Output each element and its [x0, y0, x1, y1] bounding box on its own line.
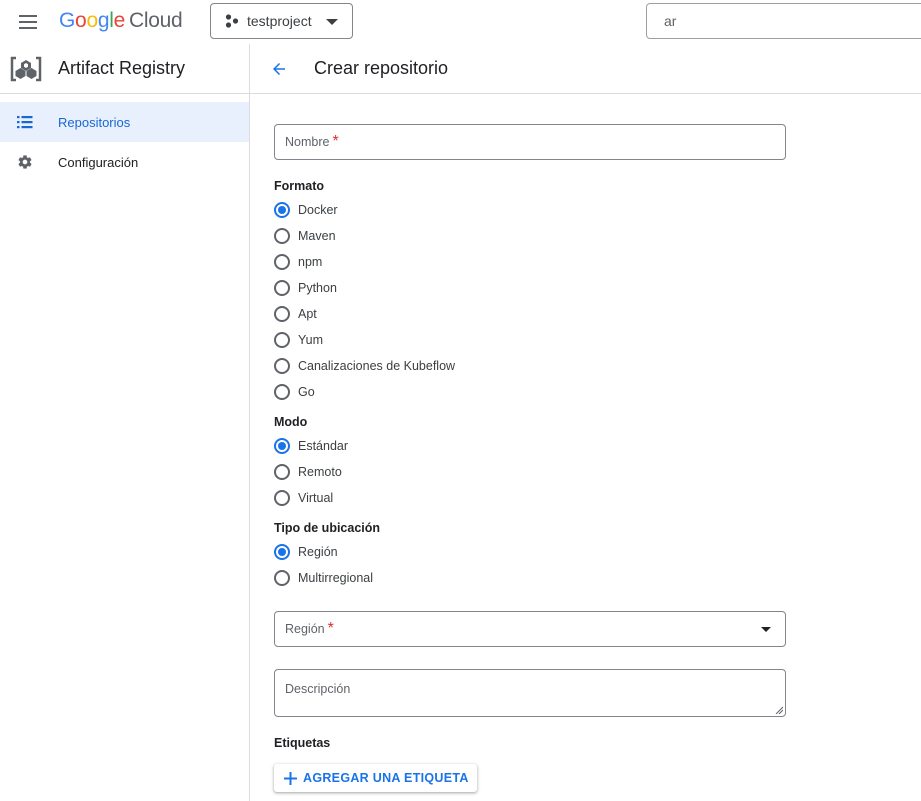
plus-icon [284, 771, 297, 785]
radio-checked-icon[interactable] [274, 438, 290, 454]
radio-label: Remoto [298, 465, 342, 479]
sidebar-item-configuracion[interactable]: Configuración [0, 142, 249, 182]
sidebar-header: Artifact Registry [0, 44, 249, 94]
description-field-label: Descripción [285, 682, 351, 696]
sidebar-item-label: Configuración [58, 154, 139, 170]
back-arrow-icon[interactable] [268, 58, 290, 80]
radio-unchecked-icon[interactable] [274, 228, 290, 244]
name-field[interactable]: Nombre * [274, 124, 786, 160]
radio-unchecked-icon[interactable] [274, 254, 290, 270]
sidebar-nav: Repositorios Configuración [0, 102, 249, 182]
radio-unchecked-icon[interactable] [274, 358, 290, 374]
project-name: testproject [247, 13, 312, 29]
sidebar-item-label: Repositorios [58, 114, 131, 130]
format-radio-group: Docker Maven npm Python Apt Yum Canalizaciones… [274, 197, 786, 405]
dropdown-arrow-icon [761, 627, 771, 632]
project-picker[interactable]: testproject [210, 3, 353, 39]
mode-option-1[interactable]: Remoto [274, 459, 786, 485]
page-title: Crear repositorio [314, 58, 449, 78]
mode-option-0[interactable]: Estándar [274, 433, 786, 459]
radio-label: Go [298, 385, 315, 399]
search-input[interactable] [646, 3, 921, 39]
radio-label: Yum [298, 333, 324, 347]
artifact-registry-icon [10, 56, 42, 81]
format-option-4[interactable]: Apt [274, 301, 786, 327]
top-bar: Google Cloud testproject [0, 0, 921, 44]
format-option-6[interactable]: Canalizaciones de Kubeflow [274, 353, 786, 379]
location-type-option-0[interactable]: Región [274, 539, 786, 565]
resize-handle-icon[interactable] [775, 706, 783, 714]
mode-section-label: Modo [274, 415, 308, 429]
name-field-label: Nombre [285, 135, 330, 149]
mode-radio-group: Estándar Remoto Virtual [274, 433, 786, 511]
create-repository-form: Nombre * Formato Docker Maven npm Python Apt Y… [274, 124, 786, 792]
format-option-0[interactable]: Docker [274, 197, 786, 223]
hamburger-menu-icon[interactable] [14, 8, 42, 36]
page-header: Crear repositorio [250, 44, 921, 94]
google-cloud-logo[interactable]: Google Cloud [59, 8, 183, 34]
add-label-button[interactable]: AGREGAR UNA ETIQUETA [274, 764, 477, 792]
format-option-1[interactable]: Maven [274, 223, 786, 249]
format-section-label: Formato [274, 179, 324, 193]
format-option-7[interactable]: Go [274, 379, 786, 405]
radio-label: Virtual [298, 491, 334, 505]
labels-section-label: Etiquetas [274, 736, 331, 750]
sidebar: Artifact Registry Repositorios Configura… [0, 44, 250, 801]
radio-checked-icon[interactable] [274, 544, 290, 560]
radio-label: Maven [298, 229, 336, 243]
main-content: Crear repositorio Nombre * Formato Docker… [250, 44, 921, 801]
radio-unchecked-icon[interactable] [274, 332, 290, 348]
radio-label: Región [298, 545, 338, 559]
radio-label: Docker [298, 203, 338, 217]
region-field-label: Región [285, 622, 325, 636]
radio-label: Canalizaciones de Kubeflow [298, 359, 456, 373]
radio-unchecked-icon[interactable] [274, 384, 290, 400]
gear-icon [18, 155, 32, 169]
radio-label: Apt [298, 307, 317, 321]
format-option-5[interactable]: Yum [274, 327, 786, 353]
location-type-section-label: Tipo de ubicación [274, 521, 381, 535]
radio-unchecked-icon[interactable] [274, 570, 290, 586]
region-select[interactable]: Región * [274, 611, 786, 647]
radio-label: Estándar [298, 439, 349, 453]
chevron-down-icon [326, 19, 338, 25]
location-type-option-1[interactable]: Multirregional [274, 565, 786, 591]
project-hierarchy-icon [225, 14, 239, 28]
location-type-radio-group: Región Multirregional [274, 539, 786, 591]
sidebar-item-repositorios[interactable]: Repositorios [0, 102, 249, 142]
radio-unchecked-icon[interactable] [274, 464, 290, 480]
list-icon [17, 116, 33, 129]
format-option-3[interactable]: Python [274, 275, 786, 301]
required-mark: * [327, 620, 334, 637]
radio-label: Multirregional [298, 571, 374, 585]
required-mark: * [332, 133, 339, 150]
radio-unchecked-icon[interactable] [274, 280, 290, 296]
radio-label: Python [298, 281, 337, 295]
radio-label: npm [298, 255, 323, 269]
product-title: Artifact Registry [58, 58, 186, 78]
radio-unchecked-icon[interactable] [274, 490, 290, 506]
format-option-2[interactable]: npm [274, 249, 786, 275]
description-textarea[interactable]: Descripción [274, 669, 786, 717]
add-label-button-text: AGREGAR UNA ETIQUETA [303, 771, 469, 785]
radio-checked-icon[interactable] [274, 202, 290, 218]
mode-option-2[interactable]: Virtual [274, 485, 786, 511]
radio-unchecked-icon[interactable] [274, 306, 290, 322]
